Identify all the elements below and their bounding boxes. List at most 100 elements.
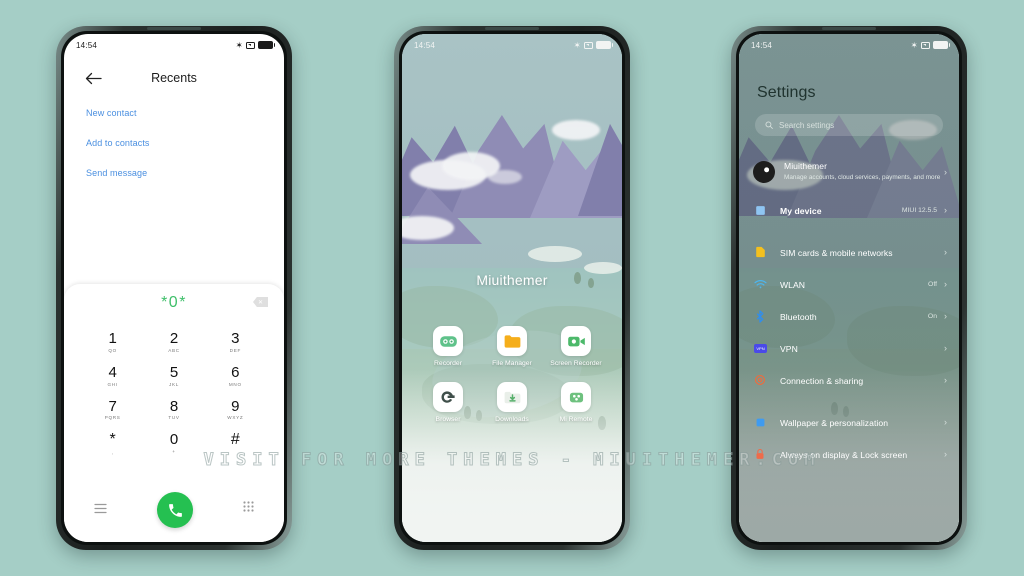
settings-item-label: SIM cards & mobile networks: [780, 248, 893, 258]
home-widget-label: Miuithemer: [476, 272, 548, 288]
settings-item-value: Off: [928, 280, 937, 288]
phone-bezel: 14:54 ✶ Miuithemer Recorder File Manager…: [399, 27, 625, 545]
phone-bezel: 14:54 ✶ Recents New contact Add to conta…: [61, 27, 287, 545]
recorder-icon[interactable]: [433, 326, 463, 356]
keypad-key-2[interactable]: 2 ABC: [143, 326, 204, 356]
settings-item-value: On: [927, 312, 937, 320]
chevron-right-icon: ›: [944, 416, 947, 427]
lock-screen-icon: [753, 447, 767, 461]
keypad-key-9[interactable]: 9 WXYZ: [205, 394, 266, 424]
keypad-letters: ABC: [168, 347, 180, 353]
settings-item-bluetooth[interactable]: Bluetooth On ›: [739, 300, 959, 332]
settings-item-text: Connection & sharing: [780, 371, 937, 389]
earpiece-speaker: [147, 27, 201, 30]
dialer-number-row: *0* ✕: [64, 284, 284, 322]
account-subtitle: Manage accounts, cloud services, payment…: [784, 174, 941, 182]
settings-item-text: Miuithemer Manage accounts, cloud servic…: [784, 161, 944, 182]
settings-item-wallpaper[interactable]: Wallpaper & personalization ›: [739, 406, 959, 438]
app-mi-remote[interactable]: Mi Remote: [544, 382, 608, 424]
keypad-letters: QO: [108, 347, 117, 353]
back-arrow-icon[interactable]: [84, 69, 102, 87]
settings-item-label: Always-on display & Lock screen: [780, 450, 908, 460]
keypad-key-hash[interactable]: #: [205, 427, 266, 458]
status-bar-time: 14:54: [751, 40, 773, 50]
keypad-digit: 1: [108, 330, 117, 347]
search-input[interactable]: Search settings: [755, 114, 943, 136]
file-manager-icon[interactable]: [497, 326, 527, 356]
status-bar-icons: ✶: [235, 39, 275, 50]
status-bar-icons: ✶: [911, 41, 950, 50]
keypad-key-0[interactable]: 0 +: [143, 427, 204, 458]
settings-item-value: MIUI 12.5.5: [901, 206, 937, 214]
keypad: 1 QO 2 ABC 3 DEF 4 GHI 5 JKL 6 MNO 7 PQRS 8 TUV 9 WXYZ *, 0…: [64, 322, 284, 458]
backspace-icon[interactable]: ✕: [253, 297, 268, 307]
chevron-right-icon: ›: [944, 246, 947, 257]
send-message-button[interactable]: Send message: [86, 168, 284, 178]
keypad-grid-icon[interactable]: [243, 501, 254, 519]
keypad-key-7[interactable]: 7 PQRS: [82, 394, 143, 424]
keypad-digit: 3: [231, 330, 240, 347]
settings-item-label: Bluetooth: [780, 312, 817, 322]
settings-item-label: VPN: [780, 344, 798, 354]
keypad-key-1[interactable]: 1 QO: [82, 326, 143, 356]
app-file-manager[interactable]: File Manager: [480, 326, 544, 368]
alarm-icon: [246, 41, 255, 49]
settings-item-vpn[interactable]: VPN VPN ›: [739, 332, 959, 364]
device-icon: [753, 203, 767, 217]
sim-card-icon: [753, 245, 767, 259]
island-shape: [528, 246, 582, 262]
mi-remote-icon[interactable]: [561, 382, 591, 413]
phone-call-icon[interactable]: [157, 492, 193, 528]
keypad-key-4[interactable]: 4 GHI: [82, 360, 143, 390]
bluetooth-icon: ✶: [235, 39, 243, 50]
earpiece-speaker: [822, 27, 876, 30]
settings-item-connection-sharing[interactable]: Connection & sharing ›: [739, 364, 959, 396]
settings-item-label: Wallpaper & personalization: [780, 418, 889, 428]
settings-item-text: VPN: [780, 339, 937, 357]
home-screen: 14:54 ✶ Miuithemer Recorder File Manager…: [402, 34, 622, 542]
chevron-right-icon: ›: [944, 204, 947, 215]
app-recorder[interactable]: Recorder: [416, 326, 480, 368]
keypad-digit: 6: [231, 363, 240, 381]
browser-icon[interactable]: [433, 382, 463, 413]
settings-item-wlan[interactable]: WLAN Off ›: [739, 268, 959, 300]
app-label: Screen Recorder: [550, 360, 602, 367]
avatar: [753, 161, 775, 183]
screen-recorder-icon[interactable]: [561, 326, 591, 356]
dialer-bottom-bar: [64, 492, 284, 528]
chevron-right-icon: ›: [944, 310, 947, 321]
keypad-digit: 8: [169, 397, 179, 415]
keypad-key-6[interactable]: 6 MNO: [205, 360, 266, 390]
settings-item-text: My device: [780, 201, 902, 219]
keypad-key-8[interactable]: 8 TUV: [143, 394, 204, 424]
app-downloads[interactable]: Downloads: [480, 382, 544, 424]
settings-section-divider: [739, 226, 959, 236]
dialpad-panel: *0* ✕ 1 QO 2 ABC 3 DEF 4 GHI 5 JKL 6 MNO 7 PQRS 8 TUV 9 W…: [64, 284, 284, 542]
keypad-key-3[interactable]: 3 DEF: [205, 326, 266, 356]
settings-list: Miuithemer Manage accounts, cloud servic…: [739, 150, 959, 470]
keypad-letters: TUV: [168, 415, 180, 421]
keypad-digit: #: [230, 431, 240, 449]
keypad-key-5[interactable]: 5 JKL: [143, 360, 204, 390]
app-screen-recorder[interactable]: Screen Recorder: [544, 326, 608, 368]
app-browser[interactable]: Browser: [416, 382, 480, 424]
dialer-header: Recents: [64, 56, 284, 100]
dialed-number[interactable]: *0*: [161, 294, 187, 312]
menu-icon[interactable]: [94, 501, 107, 519]
bluetooth-icon: [753, 309, 767, 323]
keypad-letters: GHI: [107, 381, 118, 387]
settings-item-account[interactable]: Miuithemer Manage accounts, cloud servic…: [739, 150, 959, 194]
downloads-icon[interactable]: [497, 382, 527, 413]
settings-content: Settings Search settings Miuithemer Mana…: [739, 56, 959, 542]
settings-item-sim-cards[interactable]: SIM cards & mobile networks ›: [739, 236, 959, 268]
app-label: Recorder: [434, 360, 462, 367]
new-contact-button[interactable]: New contact: [86, 108, 284, 118]
keypad-digit: *: [109, 431, 116, 449]
keypad-key-star[interactable]: *,: [82, 427, 143, 458]
settings-item-always-on-display[interactable]: Always-on display & Lock screen ›: [739, 438, 959, 470]
add-to-contacts-button[interactable]: Add to contacts: [86, 138, 284, 148]
app-label: Mi Remote: [559, 416, 593, 424]
keypad-letters: ,: [111, 450, 114, 456]
settings-item-my-device[interactable]: My device MIUI 12.5.5 ›: [739, 194, 959, 226]
app-label: Browser: [435, 416, 461, 424]
